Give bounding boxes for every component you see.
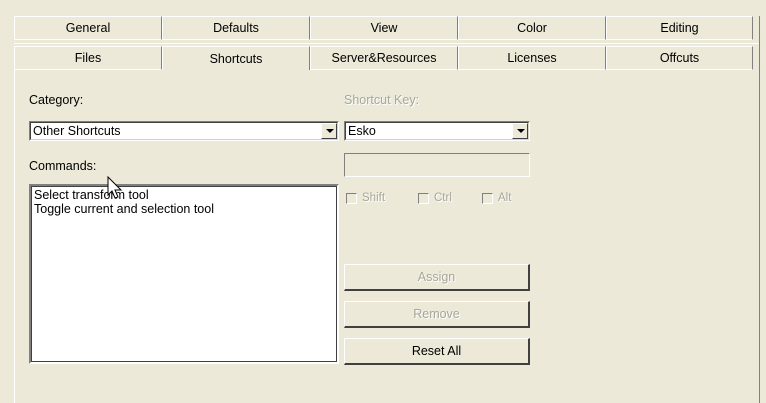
- reset-all-button[interactable]: Reset All: [344, 338, 530, 365]
- list-item[interactable]: Toggle current and selection tool: [31, 202, 337, 216]
- tab-color[interactable]: Color: [458, 16, 606, 40]
- assign-button[interactable]: Assign: [344, 264, 530, 291]
- tab-divider: [14, 43, 760, 44]
- ctrl-label: Ctrl: [434, 192, 452, 204]
- tab-defaults[interactable]: Defaults: [162, 16, 310, 40]
- category-select[interactable]: Other Shortcuts: [29, 121, 339, 141]
- shortcut-scheme-select[interactable]: Esko: [344, 121, 530, 141]
- tab-view[interactable]: View: [310, 16, 458, 40]
- category-label: Category:: [29, 93, 84, 107]
- commands-list[interactable]: Select transform tool Toggle current and…: [29, 184, 339, 364]
- shift-checkbox[interactable]: Shift: [346, 192, 385, 204]
- shortcut-key-label: Shortcut Key:: [344, 93, 420, 107]
- ctrl-checkbox[interactable]: Ctrl: [418, 192, 452, 204]
- shortcut-scheme-value: Esko: [348, 124, 376, 138]
- shift-label: Shift: [362, 192, 386, 204]
- tab-server-resources[interactable]: Server&Resources: [310, 46, 458, 70]
- alt-checkbox[interactable]: Alt: [482, 192, 511, 204]
- checkbox-box[interactable]: [346, 192, 357, 204]
- list-item[interactable]: Select transform tool: [31, 188, 337, 202]
- commands-label: Commands:: [29, 159, 97, 173]
- tab-editing[interactable]: Editing: [606, 16, 753, 40]
- category-value: Other Shortcuts: [33, 124, 121, 138]
- chevron-down-icon[interactable]: [512, 123, 528, 139]
- tab-files[interactable]: Files: [14, 46, 162, 70]
- tab-row-bottom: Files Shortcuts Server&Resources License…: [14, 46, 753, 70]
- panel-border-right: [759, 16, 760, 403]
- shortcut-key-field[interactable]: [344, 153, 530, 177]
- arrow-cursor-icon: [107, 176, 123, 199]
- tab-shortcuts[interactable]: Shortcuts: [162, 46, 310, 70]
- tab-licenses[interactable]: Licenses: [458, 46, 606, 70]
- checkbox-box[interactable]: [482, 192, 493, 204]
- tab-row-top: General Defaults View Color Editing: [14, 16, 753, 40]
- checkbox-box[interactable]: [418, 192, 429, 204]
- chevron-down-icon[interactable]: [321, 123, 337, 139]
- tab-general[interactable]: General: [14, 16, 162, 40]
- panel-border: [14, 70, 15, 403]
- remove-button[interactable]: Remove: [344, 301, 530, 328]
- alt-label: Alt: [498, 192, 512, 204]
- tab-offcuts[interactable]: Offcuts: [606, 46, 753, 70]
